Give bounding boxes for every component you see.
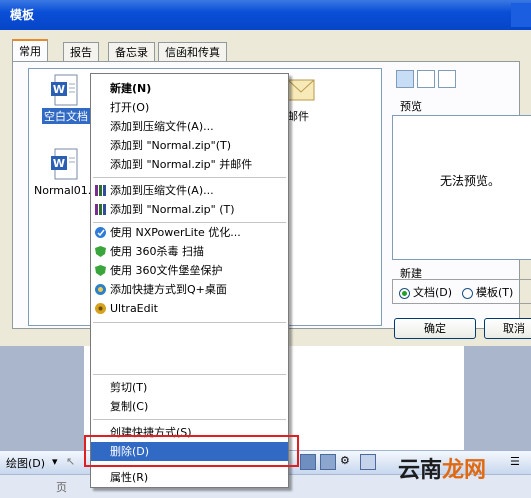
menu-separator — [93, 177, 286, 178]
menu-item-label: 新建(N) — [110, 82, 152, 95]
menu-item-label: 添加到 "Normal.zip" 并邮件 — [110, 158, 253, 171]
radio-document-label: 文档(D) — [413, 286, 453, 299]
svg-text:W: W — [53, 83, 65, 96]
tab-common[interactable]: 常用 — [12, 39, 48, 62]
winrar-icon — [95, 185, 106, 196]
tab-label: 信函和传真 — [165, 46, 220, 59]
menu-item-add-archive[interactable]: 添加到压缩文件(A)... — [91, 117, 288, 136]
qplus-icon — [95, 284, 106, 295]
radio-template-label: 模板(T) — [476, 286, 514, 299]
ultraedit-icon — [95, 303, 106, 314]
radio-document-button[interactable] — [399, 287, 410, 299]
dialog-title: 模板 — [10, 8, 35, 22]
normal-template-icon[interactable]: W — [50, 148, 80, 185]
file-label-blank[interactable]: 空白文档 — [42, 108, 90, 124]
menu-item-360-protect[interactable]: 使用 360文件堡垒保护 — [91, 261, 288, 280]
menu-item-label: 使用 360杀毒 扫描 — [110, 245, 204, 258]
menu-item-label: 添加到压缩文件(A)... — [110, 184, 214, 197]
titlebar-close-area[interactable] — [511, 3, 531, 27]
menu-item-properties[interactable]: 属性(R) — [91, 468, 288, 487]
ok-button[interactable]: 确定 — [394, 318, 476, 339]
tab-label: 常用 — [19, 45, 41, 58]
site-watermark: 云南龙网 — [398, 452, 486, 484]
preview-label: 预览 — [400, 100, 422, 113]
menu-item-add-normal-zip[interactable]: 添加到 "Normal.zip"(T) — [91, 136, 288, 155]
watermark-text-1: 云南 — [398, 458, 443, 483]
menu-item-winrar-add-archive[interactable]: 添加到压缩文件(A)... — [91, 181, 288, 200]
menu-item-label: 添加到 "Normal.zip" (T) — [110, 203, 235, 216]
dialog-titlebar[interactable]: 模板 — [0, 0, 531, 30]
blank-document-icon[interactable]: W — [50, 74, 80, 111]
highlight-annotation-box — [84, 435, 299, 467]
menu-item-new[interactable]: 新建(N) — [91, 79, 288, 98]
file-label-normal[interactable]: Normal01. — [34, 184, 91, 197]
menu-item-label: 剪切(T) — [110, 381, 148, 394]
tab-letters-fax[interactable]: 信函和传真 — [158, 42, 227, 61]
tab-report[interactable]: 报告 — [63, 42, 99, 61]
menu-item-label: 属性(R) — [110, 471, 149, 484]
context-menu: 新建(N) 打开(O) 添加到压缩文件(A)... 添加到 "Normal.zi… — [90, 73, 289, 488]
status-page: 页 — [56, 481, 67, 494]
chevron-down-icon[interactable]: ▾ — [52, 455, 58, 468]
menu-item-label: 使用 NXPowerLite 优化... — [110, 226, 241, 239]
tab-label: 备忘录 — [115, 46, 148, 59]
no-preview-text: 无法预览。 — [440, 174, 501, 188]
file-label-email[interactable]: 邮件 — [287, 108, 309, 124]
menu-item-label: 添加快捷方式到Q+桌面 — [110, 283, 227, 296]
shield-icon — [95, 246, 106, 257]
menu-item-label: 打开(O) — [110, 101, 150, 114]
menu-item-cut[interactable]: 剪切(T) — [91, 378, 288, 397]
menu-item-label: 复制(C) — [110, 400, 149, 413]
list-view-icon[interactable] — [417, 70, 435, 88]
email-template-icon[interactable] — [287, 74, 317, 109]
nxpowerlite-icon — [95, 227, 106, 238]
cancel-button[interactable]: 取消 — [484, 318, 531, 339]
watermark-text-2: 龙网 — [442, 458, 487, 483]
tab-memo[interactable]: 备忘录 — [108, 42, 155, 61]
menu-item-label: 使用 360文件堡垒保护 — [110, 264, 223, 277]
menu-separator — [93, 374, 286, 375]
large-icons-view-icon[interactable] — [396, 70, 414, 88]
menu-item-label: 添加到 "Normal.zip"(T) — [110, 139, 232, 152]
menu-item-zip-and-email[interactable]: 添加到 "Normal.zip" 并邮件 — [91, 155, 288, 174]
shield-icon — [95, 265, 106, 276]
radio-template-button[interactable] — [462, 287, 473, 299]
svg-text:W: W — [53, 157, 65, 170]
menu-item-open[interactable]: 打开(O) — [91, 98, 288, 117]
view-buttons — [396, 70, 459, 91]
insert-picture-icon[interactable] — [360, 454, 376, 470]
line-tool-icon[interactable] — [300, 454, 316, 470]
menu-item-qplus-shortcut[interactable]: 添加快捷方式到Q+桌面 — [91, 280, 288, 299]
radio-template[interactable]: 模板(T) — [462, 284, 513, 300]
radio-document[interactable]: 文档(D) — [399, 284, 452, 300]
line-style-icon[interactable]: ☰ — [510, 455, 520, 468]
draw-menu-button[interactable]: 绘图(D) — [6, 455, 45, 471]
menu-separator — [93, 322, 286, 323]
menu-item-copy[interactable]: 复制(C) — [91, 397, 288, 416]
menu-item-winrar-normal-zip[interactable]: 添加到 "Normal.zip" (T) — [91, 200, 288, 219]
winrar-icon — [95, 204, 106, 215]
details-view-icon[interactable] — [438, 70, 456, 88]
menu-item-nxpowerlite[interactable]: 使用 NXPowerLite 优化... — [91, 223, 288, 242]
menu-item-label: UltraEdit — [110, 302, 158, 315]
arrow-tool-icon[interactable] — [320, 454, 336, 470]
tab-label: 报告 — [70, 46, 92, 59]
gear-icon[interactable]: ⚙ — [340, 454, 350, 467]
menu-separator — [93, 419, 286, 420]
menu-item-label: 添加到压缩文件(A)... — [110, 120, 214, 133]
menu-item-ultraedit[interactable]: UltraEdit — [91, 299, 288, 318]
menu-item-360-scan[interactable]: 使用 360杀毒 扫描 — [91, 242, 288, 261]
pointer-icon[interactable]: ↖ — [66, 455, 75, 468]
